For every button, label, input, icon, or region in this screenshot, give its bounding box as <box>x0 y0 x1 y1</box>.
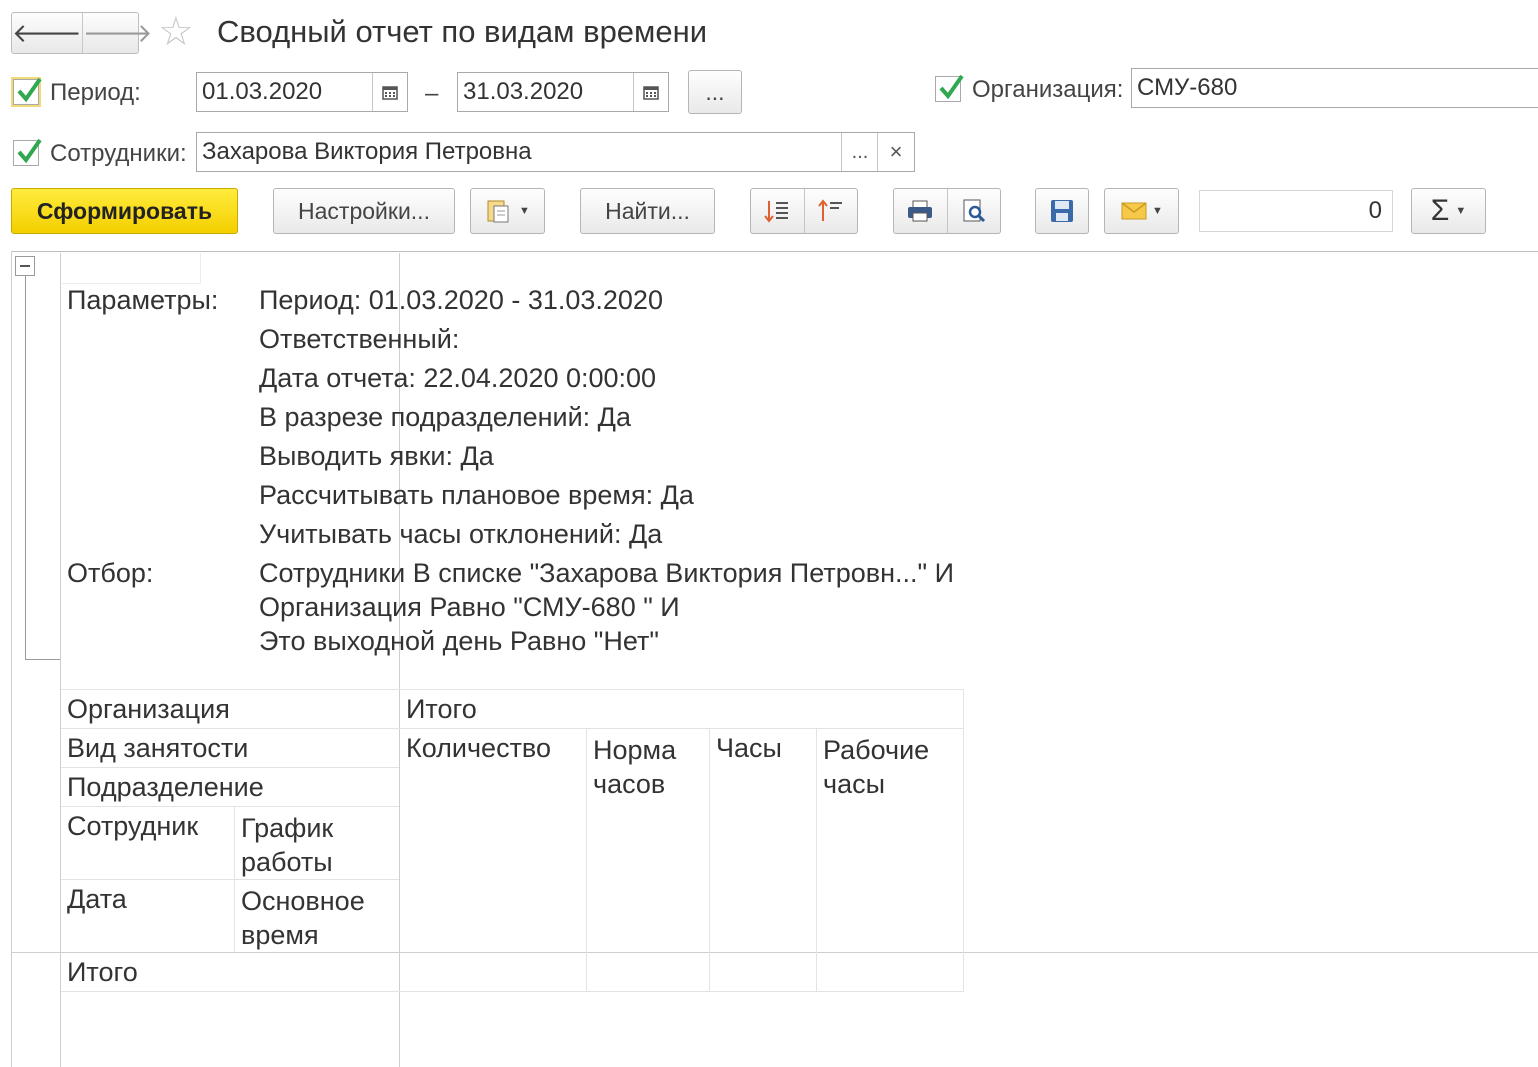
group-bracket-line <box>25 276 26 660</box>
table-col-line <box>963 689 964 991</box>
col-header-norm-hours: Норма часов <box>593 735 677 799</box>
dropdown-arrow-icon: ▼ <box>1455 205 1467 217</box>
table-line <box>61 991 964 992</box>
calendar-icon[interactable] <box>372 73 407 111</box>
settings-button[interactable]: Настройки... <box>273 188 455 234</box>
print-icon[interactable] <box>894 189 947 233</box>
sum-value: 0 <box>1368 197 1382 224</box>
table-line <box>61 689 964 690</box>
filter-line: Сотрудники В списке "Захарова Виктория П… <box>259 558 954 588</box>
back-button[interactable]: 🡐 <box>12 13 82 53</box>
sort-descending-icon[interactable] <box>751 189 804 233</box>
param-line: В разрезе подразделений: Да <box>259 402 631 432</box>
checkmark-icon <box>17 138 42 164</box>
collapse-group-icon[interactable] <box>15 256 35 276</box>
employees-label: Сотрудники: <box>50 140 187 167</box>
row-header-employment: Вид занятости <box>67 733 249 763</box>
col-header-hours: Часы <box>716 733 782 763</box>
employees-clear-button[interactable]: × <box>877 133 914 171</box>
col-header-total: Итого <box>406 694 477 724</box>
organization-field[interactable]: СМУ-680 <box>1131 68 1538 108</box>
dropdown-arrow-icon: ▼ <box>519 205 530 217</box>
col-header-work-hours: Рабочие часы <box>823 735 930 799</box>
page-title: Сводный отчет по видам времени <box>217 14 708 49</box>
arrow-right-icon: 🡒 <box>82 17 153 48</box>
sort-button-group <box>750 188 858 234</box>
grid-col-line <box>60 253 61 1067</box>
arrow-left-icon: 🡐 <box>12 17 82 48</box>
report-left-border <box>11 251 12 1067</box>
sigma-icon: Σ <box>1430 194 1450 227</box>
table-line <box>61 767 399 768</box>
params-label: Параметры: <box>67 285 219 315</box>
print-preview-icon[interactable] <box>946 189 1001 233</box>
save-button[interactable] <box>1035 188 1089 234</box>
period-to-value: 31.03.2020 <box>463 78 584 105</box>
filter-line: Организация Равно "СМУ-680 " И <box>259 592 680 622</box>
empty-cell <box>62 253 201 284</box>
calendar-icon[interactable] <box>633 73 668 111</box>
period-label: Период: <box>50 79 141 106</box>
row-header-schedule: График работы <box>241 813 334 877</box>
sort-ascending-icon[interactable] <box>803 189 858 233</box>
period-checkbox[interactable] <box>11 77 42 107</box>
period-from-field[interactable]: 01.03.2020 <box>196 72 408 112</box>
param-line: Учитывать часы отклонений: Да <box>259 519 663 549</box>
period-from-value: 01.03.2020 <box>202 78 323 105</box>
employees-value: Захарова Виктория Петровна <box>202 138 532 165</box>
forward-button[interactable]: 🡒 <box>81 13 153 53</box>
period-to-field[interactable]: 31.03.2020 <box>457 72 669 112</box>
row-header-base-time: Основное время <box>241 886 365 950</box>
table-col-line <box>709 728 710 991</box>
period-dash: – <box>425 80 439 107</box>
favorite-star-icon[interactable]: ☆ <box>158 12 194 52</box>
find-button[interactable]: Найти... <box>580 188 715 234</box>
group-bracket-end <box>25 659 61 660</box>
table-line <box>61 806 399 807</box>
table-line <box>11 952 1538 953</box>
generate-button[interactable]: Сформировать <box>11 188 238 234</box>
row-header-department: Подразделение <box>67 772 264 802</box>
envelope-icon <box>1121 202 1147 220</box>
param-line: Ответственный: <box>259 324 460 354</box>
employees-field[interactable]: Захарова Виктория Петровна ... × <box>196 132 915 172</box>
report-top-border <box>11 251 1538 252</box>
navigation-buttons: 🡐 🡒 <box>11 12 152 54</box>
organization-label: Организация: <box>972 76 1124 103</box>
period-select-button[interactable]: ... <box>688 70 742 114</box>
col-header-quantity: Количество <box>406 733 551 763</box>
organization-value: СМУ-680 <box>1137 74 1238 101</box>
param-line: Период: 01.03.2020 - 31.03.2020 <box>259 285 663 315</box>
table-line <box>61 879 399 880</box>
table-col-line <box>586 728 587 991</box>
param-line: Дата отчета: 22.04.2020 0:00:00 <box>259 363 657 393</box>
send-email-button[interactable]: ▼ <box>1104 188 1179 234</box>
print-button-group <box>893 188 1001 234</box>
sum-mode-button[interactable]: Σ ▼ <box>1411 188 1486 234</box>
total-row-label: Итого <box>67 957 138 987</box>
employees-checkbox[interactable] <box>13 138 42 166</box>
employees-select-button[interactable]: ... <box>841 133 878 171</box>
filter-label: Отбор: <box>67 558 154 588</box>
row-header-date: Дата <box>67 884 127 914</box>
table-col-line <box>816 728 817 991</box>
param-line: Выводить явки: Да <box>259 441 494 471</box>
dropdown-arrow-icon: ▼ <box>1152 205 1163 217</box>
report-variant-icon <box>487 200 509 223</box>
checkmark-icon <box>939 74 964 100</box>
save-icon <box>1051 200 1073 222</box>
sum-value-field: 0 <box>1199 190 1393 232</box>
row-header-organization: Организация <box>67 694 230 724</box>
row-header-employee: Сотрудник <box>67 811 199 841</box>
variant-button[interactable]: ▼ <box>470 188 545 234</box>
organization-checkbox[interactable] <box>935 74 964 102</box>
checkmark-icon <box>17 77 42 103</box>
table-line <box>61 728 964 729</box>
param-line: Рассчитывать плановое время: Да <box>259 480 694 510</box>
table-col-line <box>234 806 235 952</box>
filter-line: Это выходной день Равно "Нет" <box>259 626 659 656</box>
